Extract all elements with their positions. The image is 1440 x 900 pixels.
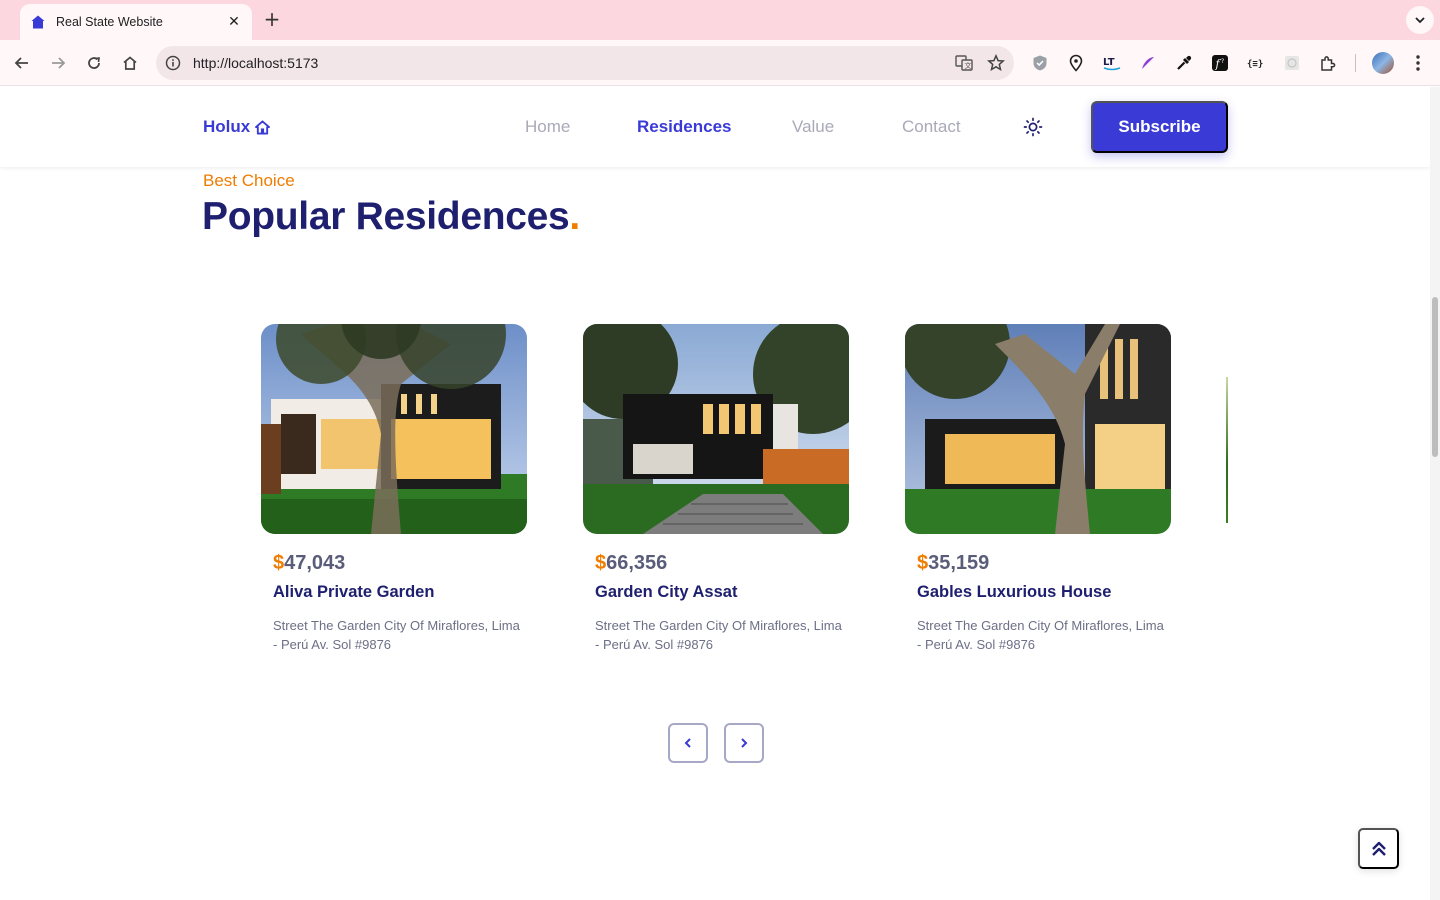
currency-symbol: $ [917,552,929,574]
next-card-peek [1226,377,1228,523]
residence-price: $47,043 [273,552,527,575]
extensions-puzzle-icon[interactable] [1315,50,1341,76]
arrow-left-icon [14,57,28,69]
font-extension-icon[interactable]: f? [1207,50,1233,76]
feather-extension-icon[interactable] [1135,50,1161,76]
residence-card[interactable]: $66,356 Garden City Assat Street The Gar… [583,324,849,654]
home-icon [255,119,271,135]
scroll-to-top-button[interactable] [1358,828,1399,869]
residence-address: Street The Garden City Of Miraflores, Li… [595,618,842,652]
page-scrollbar[interactable] [1430,87,1440,900]
residence-card[interactable]: $47,043 Aliva Private Garden Street The … [261,324,527,654]
lt-extension-icon[interactable]: LT [1099,50,1125,76]
svg-text:文: 文 [965,61,972,70]
residence-card[interactable]: $35,159 Gables Luxurious House Street Th… [905,324,1171,654]
nav-link-home[interactable]: Home [525,117,570,137]
browser-tab[interactable]: Real State Website ✕ [20,4,252,40]
price-value: 66,356 [606,552,668,574]
bookmark-star-icon[interactable] [982,49,1010,77]
section-title: Popular Residences. [202,195,580,239]
residence-name: Garden City Assat [595,583,738,601]
chevron-left-icon [684,738,691,748]
price-value: 35,159 [928,552,990,574]
nav-link-value[interactable]: Value [792,117,834,137]
logo-text: Holux [203,117,251,136]
svg-text:LT: LT [1103,57,1115,68]
residence-address: Street The Garden City Of Miraflores, Li… [273,618,520,652]
grid-extension-icon[interactable] [1279,50,1305,76]
home-button[interactable] [116,49,144,77]
site-logo[interactable]: Holux [203,117,271,137]
sun-icon [1023,117,1043,137]
next-slide-button[interactable] [724,723,764,763]
svg-text:{≡}: {≡} [1247,60,1263,70]
site-info-icon[interactable] [164,54,182,72]
svg-text:?: ? [1221,58,1224,65]
back-button[interactable] [8,49,36,77]
residence-name: Aliva Private Garden [273,583,435,601]
price-value: 47,043 [284,552,346,574]
prev-slide-button[interactable] [668,723,708,763]
new-tab-button[interactable]: + [260,8,284,32]
reload-icon [88,57,100,69]
tab-title: Real State Website [56,15,163,29]
section-title-dot: . [569,195,580,238]
section-subtitle: Best Choice [203,171,295,190]
section-title-text: Popular Residences [202,195,570,238]
subscribe-button[interactable]: Subscribe [1091,101,1228,153]
address-bar[interactable]: http://localhost:5173 文 [156,46,1014,80]
reload-button[interactable] [80,49,108,77]
chevron-right-icon [741,738,748,748]
residence-price: $35,159 [917,552,1171,575]
browser-toolbar: http://localhost:5173 文 LT f? {≡} [0,40,1440,86]
residence-address: Street The Garden City Of Miraflores, Li… [917,618,1164,652]
nav-link-contact[interactable]: Contact [902,117,961,137]
page-viewport: Holux Home Residences Value Contact Subs… [0,87,1430,900]
forward-button[interactable] [44,49,72,77]
residence-photo [905,324,1171,534]
shield-extension-icon[interactable] [1027,50,1053,76]
residence-name: Gables Luxurious House [917,583,1112,601]
url-text[interactable]: http://localhost:5173 [193,55,950,71]
profile-avatar[interactable] [1372,52,1394,74]
residence-photo [261,324,527,534]
eyedropper-extension-icon[interactable] [1171,50,1197,76]
translate-icon[interactable]: 文 [950,49,978,77]
currency-symbol: $ [595,552,607,574]
chevron-down-icon [1415,17,1425,24]
double-chevron-up-icon [1371,841,1386,856]
scrollbar-thumb[interactable] [1432,297,1438,457]
home-favicon-icon [31,15,45,29]
kebab-menu-icon [1416,55,1420,71]
residence-price: $66,356 [595,552,849,575]
close-tab-icon[interactable]: ✕ [226,14,242,30]
browser-menu-button[interactable] [1406,50,1430,76]
home-icon [123,56,137,70]
json-extension-icon[interactable]: {≡} [1243,50,1269,76]
nav-link-residences[interactable]: Residences [637,117,732,137]
tab-search-button[interactable] [1406,6,1434,34]
site-header: Holux Home Residences Value Contact Subs… [0,87,1430,167]
theme-toggle-button[interactable] [1022,116,1044,138]
location-pin-extension-icon[interactable] [1063,50,1089,76]
browser-tabstrip: Real State Website ✕ + [0,0,1440,40]
arrow-right-icon [52,57,66,69]
currency-symbol: $ [273,552,285,574]
toolbar-divider [1355,54,1356,72]
residence-photo [583,324,849,534]
